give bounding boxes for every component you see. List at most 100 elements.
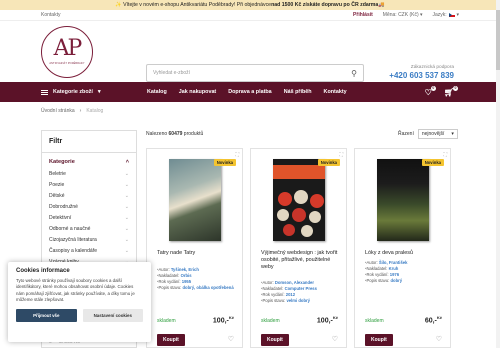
breadcrumb: Úvodní stránka › Katalog (41, 108, 103, 114)
buy-button[interactable]: Koupit (157, 334, 185, 346)
spec-label: Nakladatel: (366, 266, 389, 272)
price-currency: Kč (228, 315, 234, 320)
wishlist-button[interactable]: ♡ 0 (425, 85, 436, 97)
spec-condition: Popis stavu: dobrý (365, 278, 446, 284)
cookie-buttons: Přijmout vše Nastavení cookies (16, 308, 143, 322)
spec-condition: Popis stavu: dobrý, obálka opotřebená (157, 285, 238, 291)
product-title[interactable]: Lóky z deva pralesů (365, 250, 444, 257)
nav-link-kontakty[interactable]: Kontakty (324, 89, 347, 95)
spec-value[interactable]: Computer Press (285, 286, 317, 291)
category-item[interactable]: Dětské ⌄ (42, 190, 136, 201)
promo-text-suffix: 🚚 (378, 2, 385, 8)
nav-link-jak-nakupovat[interactable]: Jak nakupovat (179, 89, 216, 95)
scrollbar-thumb[interactable] (496, 10, 500, 70)
category-menu-label: Kategorie zboží (53, 89, 93, 95)
spec-value[interactable]: Orbis (181, 273, 192, 278)
product-card[interactable]: ⛶ Novinka Tatry nade Tatry Autor: Tyšine… (146, 148, 243, 348)
page-scrollbar[interactable] (496, 0, 500, 348)
product-title[interactable]: Tatry nade Tatry (157, 250, 236, 257)
expand-icon[interactable]: ⛶ (235, 152, 239, 158)
spec-label: Autor: (262, 280, 275, 285)
contacts-link[interactable]: Kontakty (41, 12, 60, 18)
sort-select[interactable]: nejnovější ▾ (417, 129, 458, 139)
product-price: 60,-Kč (425, 315, 442, 324)
spec-value[interactable]: 1955 (182, 279, 191, 284)
category-item-label: Detektivní (49, 214, 72, 221)
category-item-label: Cizojazyčná literatura (49, 236, 97, 243)
spec-value: velmi dobrý (286, 298, 310, 304)
nav-link-katalog[interactable]: Katalog (147, 89, 167, 95)
search-input[interactable]: Vyhledat e-zboží ⚲ (146, 64, 364, 82)
nav-link-doprava[interactable]: Doprava a platba (228, 89, 271, 95)
new-badge: Novinka (317, 159, 340, 166)
spec-condition: Popis stavu: velmi dobrý (261, 298, 342, 304)
spec-label: Autor: (158, 267, 171, 272)
currency-select[interactable]: Měna: CZK (Kč) ▾ (383, 12, 423, 18)
cover-art (273, 159, 325, 241)
logo[interactable]: AP ANTIKVARIÁT PODĚBRADY (41, 25, 93, 78)
category-item[interactable]: Odborné a naučné ⌄ (42, 223, 136, 234)
category-item[interactable]: Detektivní ⌄ (42, 212, 136, 223)
spec-value[interactable]: 2012 (286, 292, 295, 297)
buy-button[interactable]: Koupit (261, 334, 289, 346)
cookie-banner: Cookies informace Tyto webové stránky po… (8, 262, 151, 342)
breadcrumb-home[interactable]: Úvodní stránka (41, 108, 75, 114)
spec-value[interactable]: 1976 (390, 272, 399, 277)
login-link[interactable]: Přihlásit (353, 12, 373, 18)
category-item[interactable]: Poezie ⌄ (42, 179, 136, 190)
cart-button[interactable]: 🛒︎ 0 (444, 85, 458, 97)
sort-label: Řazení (398, 131, 414, 137)
category-filter-heading[interactable]: Kategorie ˄ (42, 153, 136, 168)
category-menu-button[interactable]: Kategorie zboží ▾ (41, 89, 135, 95)
chevron-down-icon: ⌄ (124, 236, 129, 243)
chevron-down-icon: ▾ (456, 12, 459, 18)
accept-all-button[interactable]: Přijmout vše (16, 308, 77, 322)
language-select[interactable]: Jazyk: ▾ (433, 12, 459, 18)
category-item[interactable]: Dobrodružné ⌄ (42, 201, 136, 212)
product-card[interactable]: ⛶ Novinka Lóky z deva pralesů Autor: Šil… (354, 148, 451, 348)
spec-value: dobrý, obálka opotřebená (182, 285, 234, 291)
language-label: Jazyk: (432, 12, 447, 18)
category-item[interactable]: Beletrie ⌄ (42, 168, 136, 179)
product-cover-image[interactable] (377, 159, 429, 241)
heart-icon[interactable]: ♡ (436, 335, 442, 343)
product-cover-image[interactable] (273, 159, 325, 241)
heart-icon[interactable]: ♡ (332, 335, 338, 343)
chevron-down-icon: ⌄ (124, 181, 129, 188)
cookie-settings-button[interactable]: Nastavení cookies (82, 308, 143, 322)
search-icon[interactable]: ⚲ (351, 69, 357, 78)
product-card[interactable]: ⛶ Novinka Výjimečný webdesign : jak tvoř… (250, 148, 347, 348)
new-badge: Novinka (213, 159, 236, 166)
expand-icon[interactable]: ⛶ (443, 152, 447, 158)
product-cover-image[interactable] (169, 159, 221, 241)
spec-value[interactable]: Šilo, František (379, 260, 408, 265)
category-heading-label: Kategorie (49, 159, 75, 165)
nav-link-pribeh[interactable]: Náš příběh (284, 89, 312, 95)
product-title[interactable]: Výjimečný webdesign : jak tvořit osobité… (261, 250, 340, 271)
stock-status: skladem (365, 318, 384, 324)
category-item[interactable]: Cizojazyčná literatura ⌄ (42, 234, 136, 245)
promo-bar: ✨ Vítejte v novém e-shopu Antikvariátu P… (0, 0, 500, 10)
heart-icon[interactable]: ♡ (228, 335, 234, 343)
spec-value[interactable]: Tyšinek, Erich (171, 267, 199, 272)
spec-label: Nakladatel: (158, 273, 181, 279)
spec-value[interactable]: Domson, Alexander (275, 280, 314, 285)
expand-icon[interactable]: ⛶ (339, 152, 343, 158)
category-item-label: Odborné a naučné (49, 225, 91, 232)
category-item[interactable]: Časopisy a kalendáře ⌄ (42, 245, 136, 256)
support-phone[interactable]: +420 603 537 839 (389, 71, 454, 80)
search-placeholder: Vyhledat e-zboží (153, 70, 191, 76)
category-item-label: Dětské (49, 192, 65, 199)
buy-button[interactable]: Koupit (365, 334, 393, 346)
chevron-down-icon: ▾ (451, 131, 454, 137)
price-value: 100,- (212, 317, 229, 325)
results-number: 60479 (168, 131, 183, 137)
price-currency: Kč (332, 315, 338, 320)
breadcrumb-separator: › (79, 108, 82, 114)
currency-label: Měna: CZK (Kč) (382, 12, 419, 18)
support-contact: Zákaznická podpora +420 603 537 839 (389, 65, 454, 80)
spec-value[interactable]: Kruh (389, 266, 399, 271)
utility-bar: Kontakty Přihlásit Měna: CZK (Kč) ▾ Jazy… (0, 10, 500, 21)
utility-right: Přihlásit Měna: CZK (Kč) ▾ Jazyk: ▾ (353, 12, 459, 18)
spec-label: Nakladatel: (262, 286, 285, 292)
